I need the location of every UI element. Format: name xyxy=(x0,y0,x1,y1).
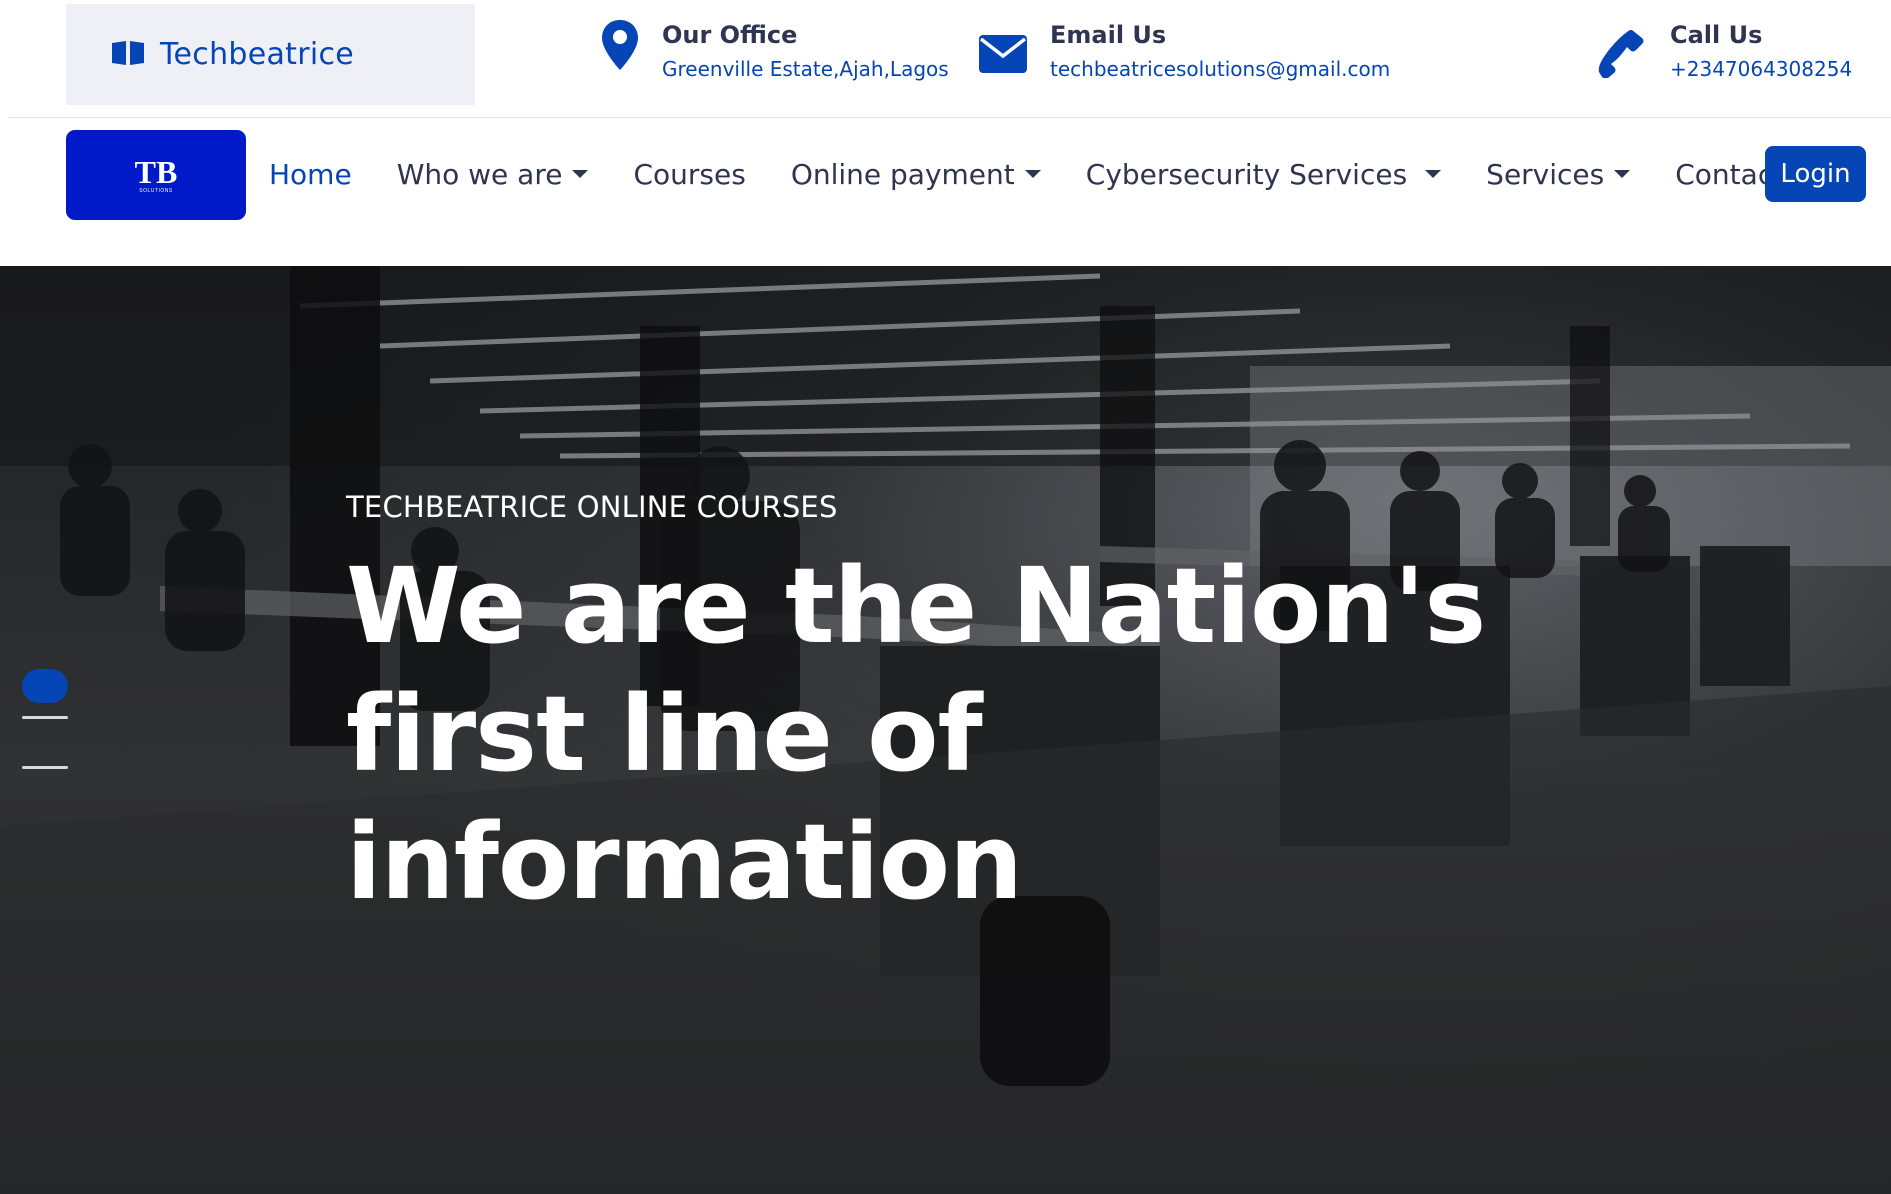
book-icon xyxy=(110,39,146,71)
slide-indicator[interactable] xyxy=(22,716,68,719)
caret-down-icon xyxy=(1614,170,1631,178)
brand[interactable]: Techbeatrice xyxy=(66,4,475,105)
office-info: Our Office Greenville Estate,Ajah,Lagos xyxy=(600,18,949,86)
nav-item-label: Home xyxy=(269,157,352,191)
office-address: Greenville Estate,Ajah,Lagos xyxy=(662,57,949,81)
top-info-bar: Techbeatrice Our Office Greenville Estat… xyxy=(0,0,1891,118)
nav-item-label: Courses xyxy=(633,157,746,191)
slide-indicator-active[interactable] xyxy=(22,669,68,703)
slide-indicators xyxy=(22,669,68,769)
brand-name: Techbeatrice xyxy=(160,37,355,72)
login-button[interactable]: Login xyxy=(1765,146,1866,202)
nav-item-home[interactable]: Home xyxy=(269,158,352,191)
nav-item-label: Cybersecurity Services xyxy=(1085,157,1408,191)
phone-info: Call Us +2347064308254 xyxy=(1598,18,1852,86)
hero-title-line: We are the Nation's xyxy=(346,545,1486,667)
slide-indicator[interactable] xyxy=(22,766,68,769)
caret-down-icon xyxy=(572,170,589,178)
nav-item-services[interactable]: Services xyxy=(1486,157,1631,191)
office-title: Our Office xyxy=(662,21,798,49)
caret-down-icon xyxy=(1024,170,1041,178)
phone-title: Call Us xyxy=(1670,21,1763,49)
email-title: Email Us xyxy=(1050,21,1167,49)
map-pin-icon xyxy=(600,18,640,76)
email-address[interactable]: techbeatricesolutions@gmail.com xyxy=(1050,52,1390,86)
hero-content: TECHBEATRICE ONLINE COURSES We are the N… xyxy=(346,490,1546,926)
phone-icon xyxy=(1598,28,1648,82)
logo-mark: TB SOLUTIONS xyxy=(135,155,178,194)
caret-down-icon xyxy=(1425,170,1442,178)
main-navigation: TB SOLUTIONS Home Who we are Courses Onl… xyxy=(0,118,1891,266)
logo-subtext: SOLUTIONS xyxy=(139,188,173,194)
hero-slider: TECHBEATRICE ONLINE COURSES We are the N… xyxy=(0,266,1891,1194)
phone-number[interactable]: +2347064308254 xyxy=(1670,52,1852,86)
nav-menu: Home Who we are Courses Online payment C… xyxy=(269,148,1829,200)
hero-title-line: information xyxy=(346,801,1023,923)
nav-item-online-payment[interactable]: Online payment xyxy=(791,158,1041,191)
hero-eyebrow: TECHBEATRICE ONLINE COURSES xyxy=(346,490,838,524)
nav-item-label: Online payment xyxy=(790,157,1015,191)
logo-text: TB xyxy=(135,155,178,190)
hero-title-line: first line of xyxy=(346,673,983,795)
hero-title: We are the Nation's first line of inform… xyxy=(346,542,1546,926)
nav-item-courses[interactable]: Courses xyxy=(633,158,745,191)
logo[interactable]: TB SOLUTIONS xyxy=(66,130,246,220)
nav-item-label: Services xyxy=(1486,157,1605,191)
nav-item-who-we-are[interactable]: Who we are xyxy=(397,158,589,191)
envelope-icon xyxy=(978,34,1028,78)
nav-item-cybersecurity-services[interactable]: Cybersecurity Services xyxy=(1085,157,1442,191)
nav-item-label: Who we are xyxy=(396,157,563,191)
email-info: Email Us techbeatricesolutions@gmail.com xyxy=(978,18,1390,86)
